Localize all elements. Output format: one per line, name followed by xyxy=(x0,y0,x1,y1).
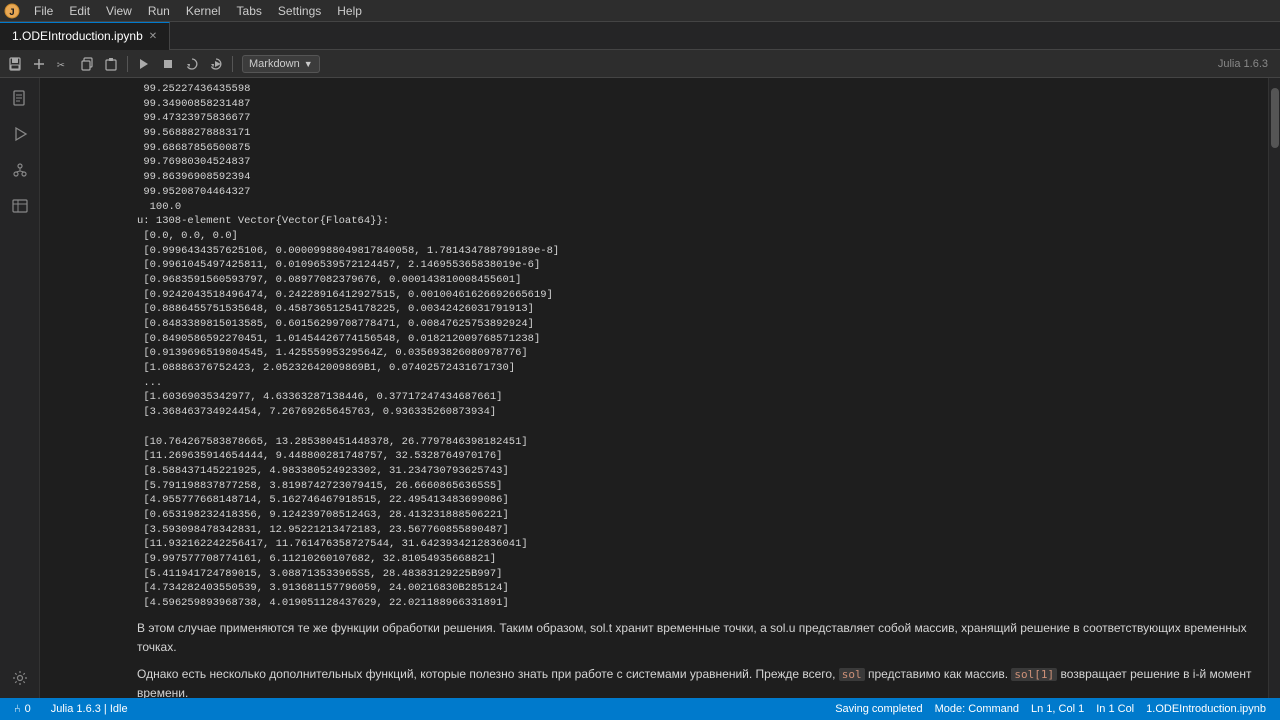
tab-label: 1.ODEIntroduction.ipynb xyxy=(12,29,143,43)
cell-output-1: 99.25227436435598 99.34900858231487 99.4… xyxy=(40,78,1268,615)
cut-button[interactable]: ✂ xyxy=(52,53,74,75)
restart-run-button[interactable] xyxy=(205,53,227,75)
right-scrollbar[interactable] xyxy=(1268,78,1280,698)
sidebar-table-icon[interactable] xyxy=(4,190,36,222)
status-mode: Mode: Command xyxy=(929,698,1025,720)
branch-icon: ⑃ xyxy=(14,703,21,715)
dropdown-arrow-icon: ▼ xyxy=(304,59,313,69)
add-cell-above-button[interactable] xyxy=(28,53,50,75)
status-right-group: Saving completed Mode: Command Ln 1, Col… xyxy=(829,698,1272,720)
mode-label: Mode: Command xyxy=(935,703,1019,715)
cell-content-md2: Однако есть несколько дополнительных фун… xyxy=(133,663,1268,698)
scrollbar-thumb[interactable] xyxy=(1271,88,1279,148)
cell-prompt-md1 xyxy=(43,617,133,659)
sidebar-run-icon[interactable] xyxy=(4,118,36,150)
status-cursor-pos: Ln 1, Col 1 xyxy=(1025,698,1090,720)
toolbar-separator-2 xyxy=(232,56,233,72)
sidebar-settings-icon[interactable] xyxy=(4,662,36,694)
cell-prompt-out1 xyxy=(43,80,133,613)
menu-tabs[interactable]: Tabs xyxy=(229,2,270,20)
cell-type-dropdown[interactable]: Markdown ▼ xyxy=(242,55,320,73)
notebook-area[interactable]: 99.25227436435598 99.34900858231487 99.4… xyxy=(40,78,1268,698)
filename-label: 1.ODEIntroduction.ipynb xyxy=(1146,703,1266,715)
status-julia[interactable]: Julia 1.6.3 | Idle xyxy=(45,698,134,720)
col-info-label: In 1 Col xyxy=(1096,703,1134,715)
paste-button[interactable] xyxy=(100,53,122,75)
tab-ode-intro[interactable]: 1.ODEIntroduction.ipynb ✕ xyxy=(0,22,170,50)
sidebar xyxy=(0,78,40,698)
menu-file[interactable]: File xyxy=(26,2,61,20)
cell-content-out1: 99.25227436435598 99.34900858231487 99.4… xyxy=(133,80,1268,613)
interrupt-button[interactable] xyxy=(157,53,179,75)
menu-kernel[interactable]: Kernel xyxy=(178,2,229,20)
main-layout: 99.25227436435598 99.34900858231487 99.4… xyxy=(0,78,1280,698)
status-bar: ⑃ 0 Julia 1.6.3 | Idle Saving completed … xyxy=(0,698,1280,720)
cursor-pos-label: Ln 1, Col 1 xyxy=(1031,703,1084,715)
sidebar-git-icon[interactable] xyxy=(4,154,36,186)
tab-close-icon[interactable]: ✕ xyxy=(149,31,157,42)
menu-bar: J File Edit View Run Kernel Tabs Setting… xyxy=(0,0,1280,22)
tab-bar: 1.ODEIntroduction.ipynb ✕ xyxy=(0,22,1280,50)
menu-settings[interactable]: Settings xyxy=(270,2,329,20)
restart-button[interactable] xyxy=(181,53,203,75)
svg-text:✂: ✂ xyxy=(57,58,65,71)
save-button[interactable] xyxy=(4,53,26,75)
cell-markdown-2: Однако есть несколько дополнительных фун… xyxy=(40,661,1268,698)
toolbar: ✂ Markdown ▼ Julia 1.6.3 xyxy=(0,50,1280,78)
julia-status-label: Julia 1.6.3 | Idle xyxy=(51,703,128,715)
cell-markdown-1: В этом случае применяются те же функции … xyxy=(40,615,1268,661)
copy-button[interactable] xyxy=(76,53,98,75)
menu-run[interactable]: Run xyxy=(140,2,178,20)
run-button[interactable] xyxy=(133,53,155,75)
cell-content-md1: В этом случае применяются те же функции … xyxy=(133,617,1268,659)
cell-type-label: Markdown xyxy=(249,58,300,70)
status-filename: 1.ODEIntroduction.ipynb xyxy=(1140,698,1272,720)
status-saving: Saving completed xyxy=(829,698,928,720)
status-branch[interactable]: ⑃ 0 xyxy=(8,698,37,720)
toolbar-separator-1 xyxy=(127,56,128,72)
menu-edit[interactable]: Edit xyxy=(61,2,98,20)
menu-view[interactable]: View xyxy=(98,2,140,20)
menu-help[interactable]: Help xyxy=(329,2,370,20)
status-col-info: In 1 Col xyxy=(1090,698,1140,720)
saving-label: Saving completed xyxy=(835,703,922,715)
cell-prompt-md2 xyxy=(43,663,133,698)
sidebar-files-icon[interactable] xyxy=(4,82,36,114)
svg-text:J: J xyxy=(9,8,15,19)
app-icon: J xyxy=(4,3,20,19)
branch-label: 0 xyxy=(25,703,31,715)
julia-version-label: Julia 1.6.3 xyxy=(1218,58,1268,70)
